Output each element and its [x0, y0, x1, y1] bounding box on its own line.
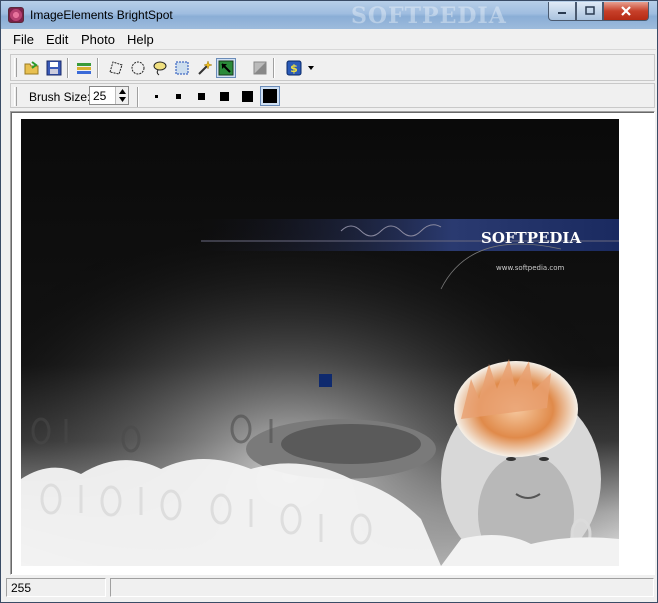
buy-dropdown-button[interactable]: [305, 58, 317, 78]
arrow-down-icon: [118, 97, 126, 102]
spot-select-tool[interactable]: [216, 58, 236, 78]
dollar-icon: $: [286, 60, 302, 76]
status-value: 255: [6, 578, 106, 597]
magic-wand-icon: [198, 60, 212, 75]
softpedia-url-text: www.softpedia.com: [496, 264, 565, 272]
toolbar-separator: [67, 58, 69, 78]
title-watermark: SOFTPEDIA: [351, 3, 507, 29]
rect-select-icon: [175, 61, 189, 75]
brush-size-spinner[interactable]: 25: [89, 86, 129, 105]
brush-size-3[interactable]: [191, 86, 211, 106]
brush-square-icon: [263, 89, 277, 103]
lasso-icon: [153, 61, 167, 76]
brush-square-icon: [154, 94, 158, 98]
status-bar: 255: [6, 578, 654, 599]
minimize-icon: [558, 12, 566, 14]
chevron-down-icon: [308, 66, 314, 70]
ellipse-select-icon: [131, 61, 145, 75]
lasso-tool[interactable]: [150, 58, 170, 78]
brush-square-icon: [175, 93, 181, 99]
polygon-select-tool[interactable]: [106, 58, 126, 78]
menu-photo[interactable]: Photo: [81, 32, 115, 47]
brush-square-icon: [197, 92, 205, 100]
polygon-lasso-icon: [109, 61, 123, 75]
rect-select-tool[interactable]: [172, 58, 192, 78]
close-button[interactable]: [603, 2, 649, 21]
menu-edit[interactable]: Edit: [46, 32, 68, 47]
buy-button[interactable]: $: [284, 58, 304, 78]
app-window: SOFTPEDIA ImageElements BrightSpot File …: [0, 0, 658, 603]
minimize-button[interactable]: [548, 2, 576, 21]
toolbar-grip[interactable]: [14, 58, 17, 77]
window-title: ImageElements BrightSpot: [30, 8, 173, 22]
status-panel: [110, 578, 654, 597]
brush-size-value[interactable]: 25: [93, 89, 106, 103]
spot-select-icon: [218, 60, 234, 76]
magic-wand-tool[interactable]: [194, 58, 214, 78]
title-bar[interactable]: SOFTPEDIA ImageElements BrightSpot: [1, 1, 657, 29]
main-toolbar: $: [10, 54, 655, 81]
save-button[interactable]: [44, 58, 64, 78]
brush-square-icon: [241, 90, 253, 102]
app-icon[interactable]: [8, 7, 24, 23]
spin-down-button[interactable]: [115, 95, 128, 104]
brush-size-5[interactable]: [237, 86, 257, 106]
brush-size-2[interactable]: [168, 86, 188, 106]
adjust-layers-icon: [77, 63, 91, 74]
photo-content: SOFTPEDIA www.softpedia.com: [21, 119, 619, 566]
brush-size-4[interactable]: [214, 86, 234, 106]
photo-image[interactable]: SOFTPEDIA www.softpedia.com: [21, 119, 619, 566]
ellipse-select-tool[interactable]: [128, 58, 148, 78]
image-canvas[interactable]: SOFTPEDIA www.softpedia.com: [10, 111, 655, 575]
adjust-button[interactable]: [74, 58, 94, 78]
menu-bar: File Edit Photo Help: [2, 30, 656, 50]
toolbar-grip[interactable]: [14, 87, 17, 106]
toolbar-separator: [137, 87, 139, 107]
toolbar-separator: [273, 58, 275, 78]
brush-size-label: Brush Size:: [29, 90, 91, 104]
mask-icon: [253, 61, 267, 75]
mask-tool[interactable]: [250, 58, 270, 78]
save-disk-icon: [46, 60, 62, 76]
brush-toolbar: Brush Size: 25: [10, 83, 655, 108]
brush-size-6[interactable]: [260, 86, 280, 106]
selection-marker[interactable]: [319, 374, 332, 387]
open-folder-icon: [24, 61, 39, 75]
open-button[interactable]: [22, 58, 42, 78]
arrow-up-icon: [118, 89, 126, 94]
maximize-icon: [584, 6, 595, 15]
menu-file[interactable]: File: [13, 32, 34, 47]
menu-help[interactable]: Help: [127, 32, 154, 47]
maximize-button[interactable]: [576, 2, 603, 21]
svg-text:$: $: [290, 62, 298, 75]
close-icon: [621, 6, 631, 16]
toolbar-separator: [97, 58, 99, 78]
brush-size-1[interactable]: [146, 86, 166, 106]
brush-square-icon: [219, 91, 229, 101]
